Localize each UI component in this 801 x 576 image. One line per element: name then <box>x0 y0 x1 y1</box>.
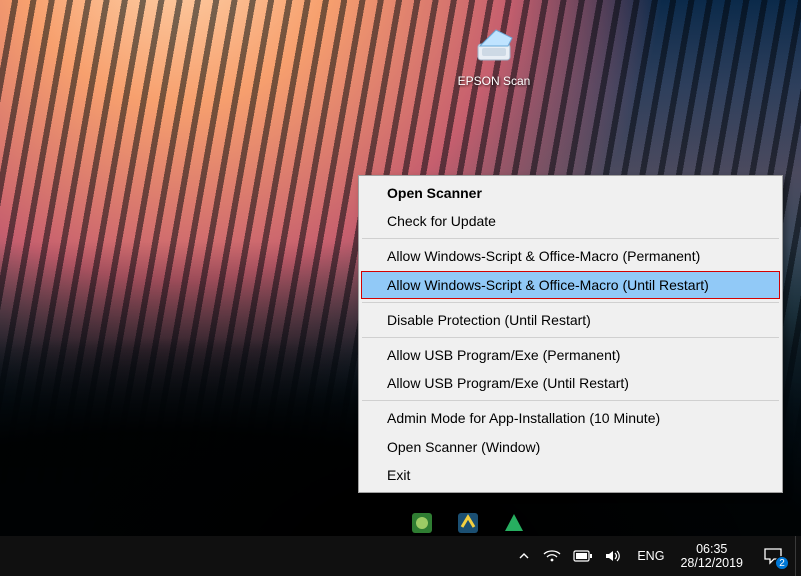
menu-item-label: Disable Protection (Until Restart) <box>387 312 591 328</box>
tray-context-menu: Open Scanner Check for Update Allow Wind… <box>358 175 783 493</box>
wifi-icon[interactable] <box>537 536 567 576</box>
menu-item-label: Allow Windows-Script & Office-Macro (Per… <box>387 248 700 264</box>
battery-icon[interactable] <box>567 536 599 576</box>
menu-item-allow-usb-until-restart[interactable]: Allow USB Program/Exe (Until Restart) <box>361 369 780 397</box>
menu-item-label: Allow USB Program/Exe (Until Restart) <box>387 375 629 391</box>
desktop-icon-label: EPSON Scan <box>444 74 544 88</box>
menu-item-label: Open Scanner <box>387 185 482 201</box>
menu-item-disable-protection[interactable]: Disable Protection (Until Restart) <box>361 306 780 334</box>
menu-item-label: Exit <box>387 467 410 483</box>
menu-item-allow-script-until-restart[interactable]: Allow Windows-Script & Office-Macro (Unt… <box>361 271 780 299</box>
language-label: ENG <box>637 549 664 563</box>
volume-icon[interactable] <box>599 536 629 576</box>
language-indicator[interactable]: ENG <box>629 536 672 576</box>
clock-date: 28/12/2019 <box>680 556 743 570</box>
menu-separator <box>362 238 779 239</box>
menu-item-exit[interactable]: Exit <box>361 461 780 489</box>
menu-item-label: Admin Mode for App-Installation (10 Minu… <box>387 410 660 426</box>
system-tray: ENG 06:35 28/12/2019 2 <box>511 536 801 576</box>
menu-item-label: Allow Windows-Script & Office-Macro (Unt… <box>387 277 709 293</box>
menu-item-open-scanner[interactable]: Open Scanner <box>361 179 780 207</box>
taskbar-app-3[interactable] <box>494 510 534 536</box>
menu-item-admin-mode[interactable]: Admin Mode for App-Installation (10 Minu… <box>361 404 780 432</box>
menu-item-check-update[interactable]: Check for Update <box>361 207 780 235</box>
tray-overflow-chevron[interactable] <box>511 536 537 576</box>
taskbar-pinned-apps <box>398 509 538 537</box>
menu-separator <box>362 337 779 338</box>
menu-item-label: Open Scanner (Window) <box>387 439 540 455</box>
menu-item-open-scanner-window[interactable]: Open Scanner (Window) <box>361 433 780 461</box>
menu-item-label: Allow USB Program/Exe (Permanent) <box>387 347 620 363</box>
action-center-icon[interactable]: 2 <box>751 536 795 576</box>
taskbar-app-1[interactable] <box>402 510 442 536</box>
menu-separator <box>362 400 779 401</box>
taskbar-clock[interactable]: 06:35 28/12/2019 <box>672 536 751 576</box>
show-desktop-button[interactable] <box>795 536 801 576</box>
menu-item-allow-usb-permanent[interactable]: Allow USB Program/Exe (Permanent) <box>361 341 780 369</box>
scanner-icon <box>470 22 518 70</box>
menu-item-label: Check for Update <box>387 213 496 229</box>
notification-badge: 2 <box>775 556 789 570</box>
menu-separator <box>362 302 779 303</box>
taskbar-app-2[interactable] <box>448 510 488 536</box>
desktop-icon-epson-scan[interactable]: EPSON Scan <box>444 22 544 88</box>
clock-time: 06:35 <box>680 542 743 556</box>
menu-item-allow-script-permanent[interactable]: Allow Windows-Script & Office-Macro (Per… <box>361 242 780 270</box>
